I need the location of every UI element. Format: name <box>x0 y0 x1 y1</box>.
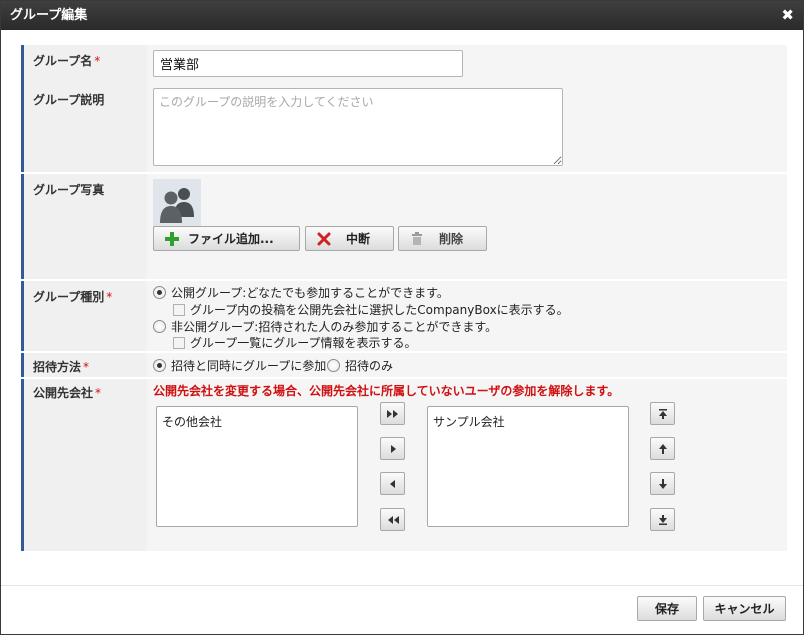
move-top-button[interactable] <box>650 402 675 425</box>
invite-method-label: 招待方法 * <box>21 353 147 377</box>
radio-selected-icon[interactable] <box>153 359 166 372</box>
invite-and-join-label: 招待と同時にグループに参加 <box>171 359 327 373</box>
move-top-icon <box>658 408 667 419</box>
list-item[interactable]: サンプル会社 <box>433 411 623 432</box>
move-right-icon <box>390 444 396 453</box>
group-name-label-text: グループ名 <box>33 54 93 68</box>
group-name-input[interactable] <box>153 50 463 77</box>
show-in-list-checkbox[interactable]: グループ一覧にグループ情報を表示する。 <box>173 334 417 351</box>
public-companies-row: 公開先会社 * 公開先会社を変更する場合、公開先会社に所属していないユーザの参加を… <box>21 379 787 551</box>
stop-label: 中断 <box>346 232 371 246</box>
checkbox-icon[interactable] <box>173 303 185 316</box>
radio-unselected-icon[interactable] <box>327 359 340 372</box>
group-name-value <box>147 45 787 84</box>
list-item[interactable]: その他会社 <box>162 411 352 432</box>
group-avatar <box>153 179 201 227</box>
radio-selected-icon[interactable] <box>153 286 166 299</box>
group-type-label-text: グループ種別 <box>33 290 105 304</box>
public-group-radio[interactable]: 公開グループ:どなたでも参加することができます。 <box>153 284 449 301</box>
private-group-label: 非公開グループ:招待された人のみ参加することができます。 <box>171 320 498 334</box>
public-companies-label: 公開先会社 * <box>21 379 147 551</box>
footer-divider <box>1 585 803 586</box>
invite-only-label: 招待のみ <box>345 359 394 373</box>
stop-button[interactable]: 中断 <box>305 226 394 251</box>
close-icon[interactable]: ✖ <box>781 1 794 30</box>
show-in-list-label: グループ一覧にグループ情報を表示する。 <box>190 336 417 350</box>
x-icon <box>316 231 332 247</box>
trash-icon <box>409 231 425 247</box>
move-right-button[interactable] <box>380 437 405 460</box>
move-all-left-icon <box>387 515 399 524</box>
group-description-textarea[interactable] <box>153 88 563 166</box>
available-companies-list[interactable]: その他会社 <box>156 406 358 527</box>
invite-method-value: 招待と同時にグループに参加 招待のみ <box>147 353 787 377</box>
required-mark: * <box>106 290 113 304</box>
move-up-icon <box>658 443 667 454</box>
private-group-radio[interactable]: 非公開グループ:招待された人のみ参加することができます。 <box>153 318 497 335</box>
required-mark: * <box>95 386 102 400</box>
group-edit-dialog: グループ編集 ✖ グループ名* グループ説明 グループ写真 <box>0 0 804 635</box>
move-all-right-icon <box>386 409 398 418</box>
group-photo-label: グループ写真 <box>21 174 147 279</box>
save-button[interactable]: 保存 <box>637 596 697 621</box>
selected-companies-list[interactable]: サンプル会社 <box>427 406 629 527</box>
radio-unselected-icon[interactable] <box>153 320 166 333</box>
invite-method-label-text: 招待方法 <box>33 360 82 374</box>
move-bottom-icon <box>658 514 667 525</box>
dialog-titlebar: グループ編集 ✖ <box>1 1 803 30</box>
group-type-label: グループ種別 * <box>21 281 147 351</box>
move-left-button[interactable] <box>380 472 405 495</box>
show-posts-checkbox[interactable]: グループ内の投稿を公開先会社に選択したCompanyBoxに表示する。 <box>173 301 569 318</box>
group-description-row: グループ説明 <box>21 84 787 172</box>
delete-label: 削除 <box>439 232 464 246</box>
move-left-icon <box>389 479 395 488</box>
add-file-label: ファイル追加... <box>188 232 274 246</box>
invite-only-radio[interactable]: 招待のみ <box>327 357 393 374</box>
plus-icon <box>164 231 180 247</box>
cancel-button[interactable]: キャンセル <box>703 596 786 621</box>
required-mark: * <box>94 54 101 68</box>
group-name-row: グループ名 * <box>21 45 787 84</box>
invite-and-join-radio[interactable]: 招待と同時にグループに参加 <box>153 357 326 374</box>
public-group-label: 公開グループ:どなたでも参加することができます。 <box>171 286 449 300</box>
move-up-button[interactable] <box>650 437 675 460</box>
companies-warning: 公開先会社を変更する場合、公開先会社に所属していないユーザの参加を解除します。 <box>153 384 620 398</box>
group-photo-value: ファイル追加... 中断 削除 <box>147 174 787 279</box>
group-photo-row: グループ写真 ファイル追加... 中断 削除 <box>21 174 787 279</box>
group-type-value: 公開グループ:どなたでも参加することができます。 グループ内の投稿を公開先会社に… <box>147 281 787 351</box>
dialog-title: グループ編集 <box>10 8 88 23</box>
invite-method-row: 招待方法 * 招待と同時にグループに参加 招待のみ <box>21 353 787 377</box>
delete-button[interactable]: 削除 <box>398 226 487 251</box>
public-companies-label-text: 公開先会社 <box>33 386 94 400</box>
checkbox-icon[interactable] <box>173 336 185 349</box>
group-description-label: グループ説明 <box>21 84 147 172</box>
move-bottom-button[interactable] <box>650 508 675 531</box>
show-posts-label: グループ内の投稿を公開先会社に選択したCompanyBoxに表示する。 <box>190 303 569 317</box>
required-mark: * <box>83 360 90 374</box>
move-down-button[interactable] <box>650 472 675 495</box>
group-avatar-icon <box>160 188 194 223</box>
move-all-right-button[interactable] <box>380 402 405 425</box>
add-file-button[interactable]: ファイル追加... <box>153 226 300 251</box>
move-all-left-button[interactable] <box>380 508 405 531</box>
group-name-label: グループ名 * <box>21 45 147 84</box>
group-description-value <box>147 84 787 172</box>
public-companies-value: 公開先会社を変更する場合、公開先会社に所属していないユーザの参加を解除します。 … <box>147 379 787 551</box>
move-down-icon <box>658 478 667 489</box>
group-type-row: グループ種別 * 公開グループ:どなたでも参加することができます。 グループ内の投… <box>21 281 787 351</box>
